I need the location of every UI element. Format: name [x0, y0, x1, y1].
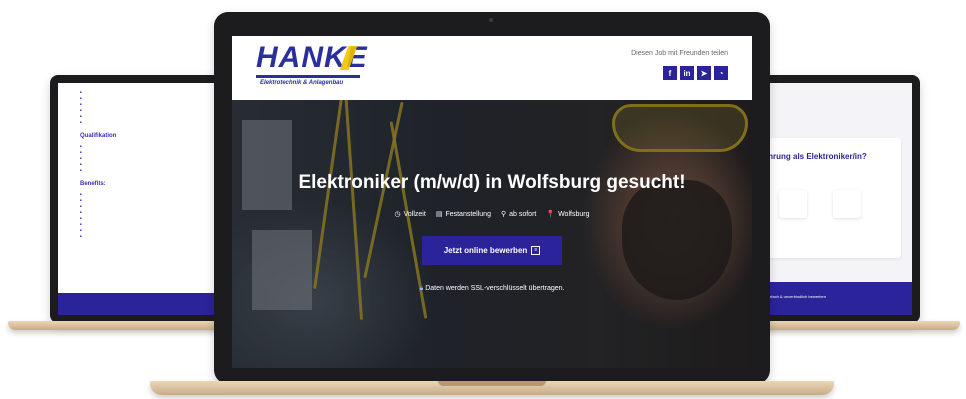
left-heading-qualifikation: Qualifikation [80, 133, 117, 139]
ssl-notice: 🔒︎ Daten werden SSL-verschlüsselt übertr… [232, 285, 752, 293]
center-laptop-screen: HANKE Elektrotechnik & Anlagenbau Diesen… [232, 36, 752, 368]
fact-label: Vollzeit [403, 210, 426, 218]
person-icon: ⚲ [500, 211, 507, 218]
left-bullets-quali [58, 143, 240, 173]
ssl-text: Daten werden SSL-verschlüsselt übertrage… [425, 285, 565, 292]
share-whatsapp-button[interactable]: ◔ [714, 66, 728, 80]
fact-label: Wolfsburg [558, 210, 590, 218]
apply-online-button[interactable]: Jetzt online bewerben ≡ [422, 236, 562, 265]
left-bullets-benefits [58, 191, 240, 239]
fact-label: Festanstellung [445, 210, 491, 218]
job-title: Elektroniker (m/w/d) in Wolfsburg gesuch… [298, 172, 686, 193]
right-laptop-screen: fahrung als Elektroniker/in? in 60s. ein… [745, 83, 912, 315]
hero-overlay [232, 100, 752, 368]
quiz-option-1[interactable] [779, 190, 807, 218]
facebook-icon: f [668, 68, 672, 78]
fact-start: ⚲ ab sofort [500, 210, 537, 219]
right-laptop-base [745, 321, 960, 330]
hero-section: Elektroniker (m/w/d) in Wolfsburg gesuch… [232, 100, 752, 368]
document-icon: ▤ [435, 211, 443, 218]
laptop-notch [438, 381, 546, 386]
right-footer-bar: in 60s. einfach & unverbindlich bewerben [745, 282, 912, 315]
quiz-option-2[interactable] [833, 190, 861, 218]
logo-tagline: Elektrotechnik & Anlagenbau [260, 80, 344, 86]
page-header: HANKE Elektrotechnik & Anlagenbau Diesen… [232, 36, 752, 100]
job-facts: ◷ Vollzeit ▤ Festanstellung ⚲ ab sofort … [232, 210, 752, 219]
company-logo[interactable]: HANKE Elektrotechnik & Anlagenbau [256, 42, 368, 86]
clock-icon: ◷ [394, 211, 401, 218]
fact-employment-type: ◷ Vollzeit [394, 210, 426, 219]
whatsapp-icon: ◔ [718, 68, 724, 78]
left-heading-benefits: Benefits: [80, 181, 106, 187]
lock-icon: 🔒︎ [419, 285, 424, 292]
left-bullets-top [58, 83, 240, 125]
share-facebook-button[interactable]: f [663, 66, 677, 80]
left-footer [58, 293, 240, 315]
camera-dot [489, 18, 493, 22]
fact-label: ab sofort [509, 210, 537, 218]
linkedin-icon: in [683, 68, 691, 78]
location-pin-icon: 📍 [546, 211, 556, 218]
left-laptop-base [8, 321, 240, 330]
apply-label: Jetzt online bewerben [443, 246, 528, 255]
form-icon: ≡ [531, 246, 541, 255]
quiz-card: fahrung als Elektroniker/in? [751, 138, 901, 258]
share-buttons: f in ➤ ◔ [663, 66, 728, 80]
quiz-question: fahrung als Elektroniker/in? [761, 152, 867, 161]
logo-underline [256, 75, 360, 78]
telegram-icon: ➤ [700, 68, 708, 78]
fact-location: 📍 Wolfsburg [546, 210, 590, 219]
share-linkedin-button[interactable]: in [680, 66, 694, 80]
share-telegram-button[interactable]: ➤ [697, 66, 711, 80]
fact-contract: ▤ Festanstellung [435, 210, 491, 219]
share-label: Diesen Job mit Freunden teilen [631, 50, 728, 57]
left-laptop-screen: Qualifikation Benefits: [58, 83, 240, 315]
